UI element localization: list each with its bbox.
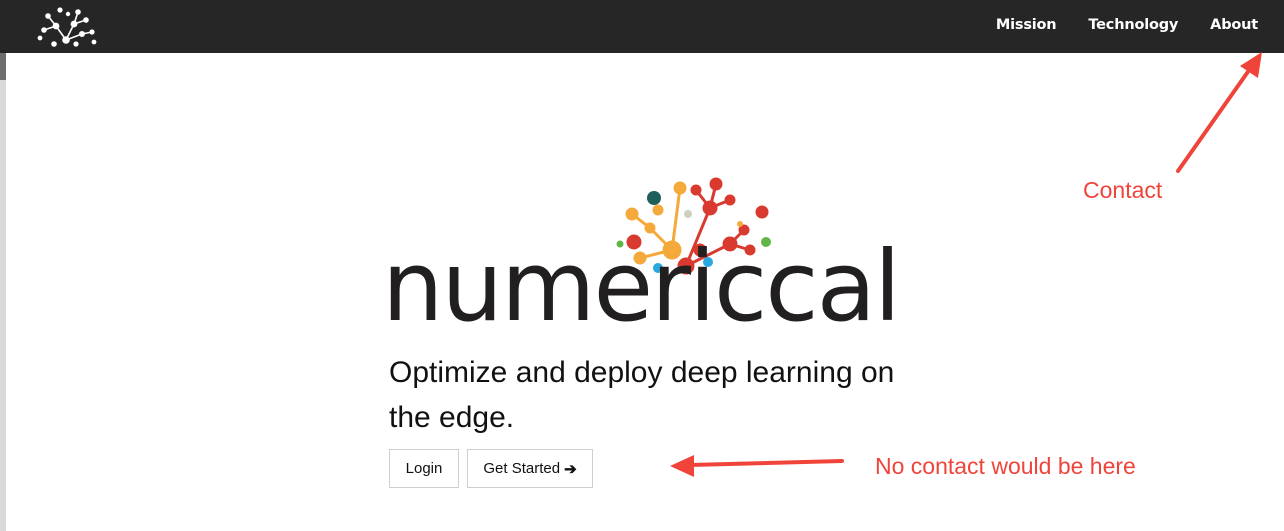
annotation-arrow-contact: [1176, 64, 1254, 173]
login-button[interactable]: Login: [389, 449, 459, 488]
top-navbar: Mission Technology About: [0, 0, 1284, 53]
annotation-contact: Contact: [1083, 177, 1163, 203]
get-started-button[interactable]: Get Started ➔: [467, 449, 593, 488]
annotation-no-contact: No contact would be here: [875, 453, 1136, 479]
nav-link-about[interactable]: About: [1210, 17, 1258, 33]
arrowhead-icon: [670, 455, 694, 477]
nav-link-technology[interactable]: Technology: [1088, 17, 1178, 33]
nav-link-mission[interactable]: Mission: [996, 17, 1057, 33]
brand-wordmark: numericcal: [382, 230, 901, 343]
hero-tagline: Optimize and deploy deep learning on the…: [389, 356, 895, 434]
annotation-arrow-no-contact: [688, 459, 844, 467]
get-started-button-label: Get Started: [483, 460, 561, 477]
arrow-right-icon: ➔: [564, 460, 577, 478]
window-edge: [0, 80, 6, 531]
arrowhead-icon: [1240, 52, 1262, 78]
tree-network-logo-icon[interactable]: [34, 4, 98, 48]
login-button-label: Login: [405, 460, 443, 477]
nav-links: Mission Technology About: [964, 0, 1258, 50]
